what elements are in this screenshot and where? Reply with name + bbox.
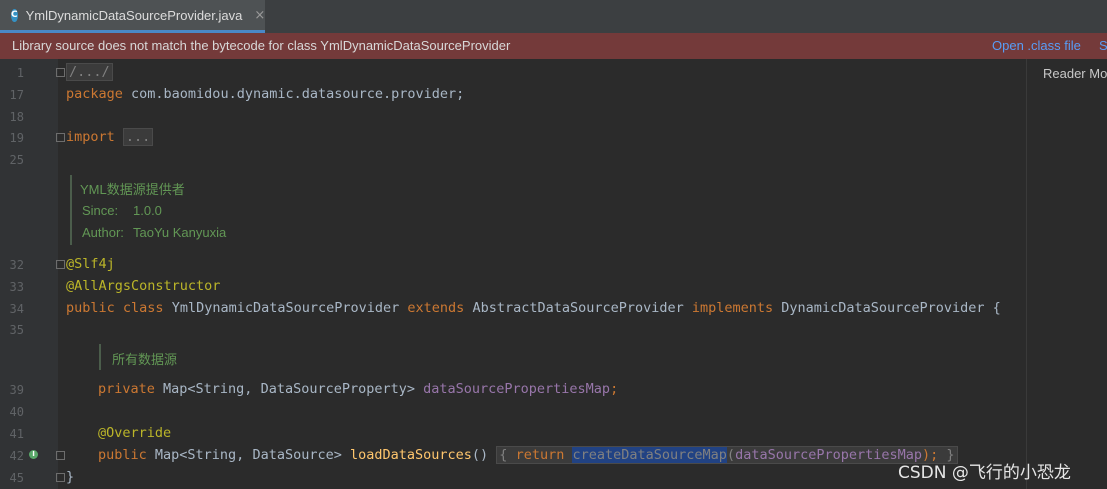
doc-since-value: 1.0.0 [133, 203, 162, 218]
banner-message: Library source does not match the byteco… [12, 38, 511, 53]
keyword: extends [407, 300, 465, 316]
doc-summary: YML数据源提供者 [80, 182, 185, 197]
class-name: YmlDynamicDataSourceProvider [163, 300, 408, 316]
editor-tab-bar: C YmlDynamicDataSourceProvider.java × [0, 0, 1107, 34]
folded-body[interactable]: { return createDataSourceMap(dataSourceP… [496, 446, 958, 464]
keyword: public [66, 300, 115, 316]
folded-header[interactable]: /.../ [66, 63, 113, 81]
call-part: createDa [572, 447, 638, 463]
line-number: 39 [9, 383, 24, 397]
line-number: 17 [9, 88, 24, 102]
line-number: 40 [9, 405, 24, 419]
line-number: 25 [9, 153, 24, 167]
reader-mode-toggle[interactable]: Reader Mo [1043, 66, 1107, 81]
line-number: 18 [9, 110, 24, 124]
field-name: dataSourcePropertiesMap [423, 381, 611, 397]
keyword: public [98, 447, 147, 463]
brace: { [499, 447, 516, 463]
selected-text[interactable]: createDataSourceMap [572, 447, 727, 463]
line-number: 1 [16, 66, 24, 80]
code-line[interactable]: private Map<String, DataSourceProperty> … [98, 381, 618, 397]
code-line[interactable]: package com.baomidou.dynamic.datasource.… [66, 86, 464, 102]
keyword: implements [691, 300, 774, 316]
csdn-watermark: CSDN @飞行的小恐龙 [898, 463, 1071, 483]
keyword: package [66, 86, 123, 102]
semicolon: ; [610, 381, 619, 397]
parens: () [471, 447, 497, 463]
close-icon[interactable]: × [254, 8, 265, 23]
line-number: 42 [9, 449, 24, 463]
fold-toggle-icon[interactable] [56, 260, 65, 269]
code-line[interactable]: @Override [98, 425, 171, 441]
fold-toggle-icon[interactable] [56, 473, 65, 482]
interface-name: DynamicDataSourceProvider { [773, 300, 1001, 316]
open-class-file-link[interactable]: Open .class file [992, 38, 1081, 53]
code-line[interactable]: @Slf4j [66, 256, 115, 272]
fold-toggle-icon[interactable] [56, 133, 65, 142]
folded-imports[interactable]: ... [122, 128, 154, 146]
keyword: import [66, 129, 115, 145]
line-number: 45 [9, 471, 24, 485]
code-line[interactable]: } [66, 469, 74, 485]
field-doc-summary: 所有数据源 [112, 352, 178, 367]
doc-bar [99, 344, 101, 370]
line-number: 33 [9, 280, 24, 294]
code-line[interactable]: public class YmlDynamicDataSourceProvide… [66, 300, 1001, 316]
code-line[interactable]: @AllArgsConstructor [66, 278, 220, 294]
tab-yml-provider[interactable]: C YmlDynamicDataSourceProvider.java × [0, 0, 265, 33]
call-part: taSourceMap [637, 447, 727, 463]
line-number: 35 [9, 323, 24, 337]
java-class-icon: C [11, 8, 18, 22]
line-number: 19 [9, 131, 24, 145]
method-name: loadDataSources [349, 447, 472, 463]
editor-right-strip [1026, 59, 1107, 489]
line-number: 34 [9, 302, 24, 316]
line-number: 32 [9, 258, 24, 272]
paren: ( [726, 447, 736, 463]
argument-name: dataSourcePropertiesMap [735, 447, 922, 463]
return-type: Map<String, DataSource> [146, 447, 350, 463]
keyword: private [98, 381, 155, 397]
tab-label: YmlDynamicDataSourceProvider.java [25, 7, 243, 23]
line-number: 41 [9, 427, 24, 441]
field-type: Map<String, DataSourceProperty> [154, 381, 424, 397]
superclass-name: AbstractDataSourceProvider [464, 300, 692, 316]
implements-method-icon[interactable]: I [29, 450, 38, 459]
banner-more-link[interactable]: S [1099, 38, 1107, 53]
doc-since-label: Since: [82, 203, 119, 218]
package-name: com.baomidou.dynamic.datasource.provider… [122, 86, 465, 102]
code-line[interactable]: public Map<String, DataSource> loadDataS… [98, 446, 958, 464]
doc-author-label: Author: [82, 225, 124, 240]
fold-toggle-icon[interactable] [56, 451, 65, 460]
keyword: return [515, 447, 565, 463]
code-line[interactable]: import ... [66, 128, 154, 146]
keyword: class [122, 300, 164, 316]
code-line[interactable]: /.../ [66, 63, 113, 81]
doc-author-value: TaoYu Kanyuxia [133, 225, 227, 240]
doc-bar [70, 175, 72, 245]
fold-toggle-icon[interactable] [56, 68, 65, 77]
source-mismatch-banner: Library source does not match the byteco… [0, 33, 1107, 59]
